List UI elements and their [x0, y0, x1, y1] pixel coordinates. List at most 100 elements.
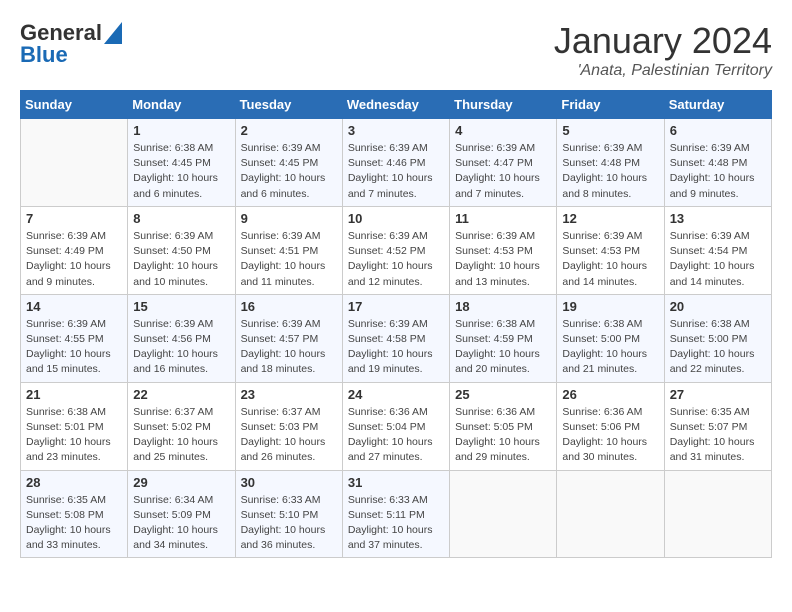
- calendar-week-row: 1 Sunrise: 6:38 AM Sunset: 4:45 PM Daylig…: [21, 119, 772, 207]
- calendar-day-cell: 20 Sunrise: 6:38 AM Sunset: 5:00 PM Dayli…: [664, 294, 771, 382]
- calendar-day-cell: 31 Sunrise: 6:33 AM Sunset: 5:11 PM Dayli…: [342, 470, 449, 558]
- calendar-day-cell: 2Sunrise: 6:39 AM Sunset: 4:45 PM Daylig…: [235, 119, 342, 207]
- calendar-header-row: SundayMondayTuesdayWednesdayThursdayFrid…: [21, 91, 772, 119]
- day-info: Sunrise: 6:36 AM Sunset: 5:06 PM Dayligh…: [562, 405, 658, 466]
- day-number: 11: [455, 211, 551, 226]
- day-number: 25: [455, 387, 551, 402]
- calendar-day-cell: 17 Sunrise: 6:39 AM Sunset: 4:58 PM Dayli…: [342, 294, 449, 382]
- calendar-day-cell: 18 Sunrise: 6:38 AM Sunset: 4:59 PM Dayli…: [450, 294, 557, 382]
- day-number: 27: [670, 387, 766, 402]
- day-info: Sunrise: 6:33 AM Sunset: 5:11 PM Dayligh…: [348, 493, 444, 554]
- calendar-week-row: 21Sunrise: 6:38 AM Sunset: 5:01 PM Dayli…: [21, 382, 772, 470]
- calendar-day-cell: 8 Sunrise: 6:39 AM Sunset: 4:50 PM Daylig…: [128, 206, 235, 294]
- day-number: 3: [348, 123, 444, 138]
- calendar-day-cell: 9 Sunrise: 6:39 AM Sunset: 4:51 PM Daylig…: [235, 206, 342, 294]
- day-number: 13: [670, 211, 766, 226]
- day-info: Sunrise: 6:33 AM Sunset: 5:10 PM Dayligh…: [241, 493, 337, 554]
- day-info: Sunrise: 6:38 AM Sunset: 5:00 PM Dayligh…: [562, 317, 658, 378]
- day-info: Sunrise: 6:37 AM Sunset: 5:02 PM Dayligh…: [133, 405, 229, 466]
- day-info: Sunrise: 6:38 AM Sunset: 4:59 PM Dayligh…: [455, 317, 551, 378]
- calendar-week-row: 14 Sunrise: 6:39 AM Sunset: 4:55 PM Dayli…: [21, 294, 772, 382]
- day-info: Sunrise: 6:38 AM Sunset: 5:01 PM Dayligh…: [26, 405, 122, 466]
- day-info: Sunrise: 6:39 AM Sunset: 4:54 PM Dayligh…: [670, 229, 766, 290]
- calendar-day-cell: 4 Sunrise: 6:39 AM Sunset: 4:47 PM Daylig…: [450, 119, 557, 207]
- day-number: 9: [241, 211, 337, 226]
- day-info: Sunrise: 6:35 AM Sunset: 5:08 PM Dayligh…: [26, 493, 122, 554]
- calendar-day-cell: 19 Sunrise: 6:38 AM Sunset: 5:00 PM Dayli…: [557, 294, 664, 382]
- day-info: Sunrise: 6:38 AM Sunset: 4:45 PM Dayligh…: [133, 141, 229, 202]
- day-number: 19: [562, 299, 658, 314]
- calendar-day-cell: [21, 119, 128, 207]
- calendar-table: SundayMondayTuesdayWednesdayThursdayFrid…: [20, 90, 772, 558]
- main-title: January 2024: [554, 20, 772, 62]
- day-of-week-header: Wednesday: [342, 91, 449, 119]
- calendar-day-cell: 21Sunrise: 6:38 AM Sunset: 5:01 PM Dayli…: [21, 382, 128, 470]
- day-of-week-header: Tuesday: [235, 91, 342, 119]
- day-number: 15: [133, 299, 229, 314]
- day-number: 30: [241, 475, 337, 490]
- day-info: Sunrise: 6:38 AM Sunset: 5:00 PM Dayligh…: [670, 317, 766, 378]
- day-number: 8: [133, 211, 229, 226]
- day-number: 29: [133, 475, 229, 490]
- calendar-day-cell: 15 Sunrise: 6:39 AM Sunset: 4:56 PM Dayli…: [128, 294, 235, 382]
- calendar-day-cell: 3Sunrise: 6:39 AM Sunset: 4:46 PM Daylig…: [342, 119, 449, 207]
- calendar-day-cell: 13 Sunrise: 6:39 AM Sunset: 4:54 PM Dayli…: [664, 206, 771, 294]
- day-number: 1: [133, 123, 229, 138]
- day-number: 14: [26, 299, 122, 314]
- day-info: Sunrise: 6:37 AM Sunset: 5:03 PM Dayligh…: [241, 405, 337, 466]
- calendar-day-cell: 23 Sunrise: 6:37 AM Sunset: 5:03 PM Dayli…: [235, 382, 342, 470]
- day-of-week-header: Friday: [557, 91, 664, 119]
- day-number: 10: [348, 211, 444, 226]
- day-number: 28: [26, 475, 122, 490]
- day-number: 22: [133, 387, 229, 402]
- calendar-day-cell: 12 Sunrise: 6:39 AM Sunset: 4:53 PM Dayli…: [557, 206, 664, 294]
- calendar-day-cell: 11 Sunrise: 6:39 AM Sunset: 4:53 PM Dayli…: [450, 206, 557, 294]
- day-number: 26: [562, 387, 658, 402]
- calendar-day-cell: 16 Sunrise: 6:39 AM Sunset: 4:57 PM Dayli…: [235, 294, 342, 382]
- calendar-day-cell: [450, 470, 557, 558]
- day-info: Sunrise: 6:39 AM Sunset: 4:50 PM Dayligh…: [133, 229, 229, 290]
- day-number: 4: [455, 123, 551, 138]
- day-number: 17: [348, 299, 444, 314]
- subtitle: 'Anata, Palestinian Territory: [554, 62, 772, 80]
- calendar-day-cell: [664, 470, 771, 558]
- logo-triangle-icon: [104, 22, 122, 44]
- day-info: Sunrise: 6:39 AM Sunset: 4:48 PM Dayligh…: [562, 141, 658, 202]
- day-info: Sunrise: 6:34 AM Sunset: 5:09 PM Dayligh…: [133, 493, 229, 554]
- day-info: Sunrise: 6:39 AM Sunset: 4:57 PM Dayligh…: [241, 317, 337, 378]
- calendar-day-cell: 1 Sunrise: 6:38 AM Sunset: 4:45 PM Daylig…: [128, 119, 235, 207]
- logo: General Blue: [20, 20, 122, 68]
- day-info: Sunrise: 6:39 AM Sunset: 4:47 PM Dayligh…: [455, 141, 551, 202]
- day-info: Sunrise: 6:39 AM Sunset: 4:55 PM Dayligh…: [26, 317, 122, 378]
- day-info: Sunrise: 6:36 AM Sunset: 5:05 PM Dayligh…: [455, 405, 551, 466]
- day-info: Sunrise: 6:39 AM Sunset: 4:48 PM Dayligh…: [670, 141, 766, 202]
- day-info: Sunrise: 6:39 AM Sunset: 4:56 PM Dayligh…: [133, 317, 229, 378]
- day-info: Sunrise: 6:39 AM Sunset: 4:52 PM Dayligh…: [348, 229, 444, 290]
- day-of-week-header: Monday: [128, 91, 235, 119]
- day-number: 24: [348, 387, 444, 402]
- day-number: 16: [241, 299, 337, 314]
- day-of-week-header: Saturday: [664, 91, 771, 119]
- calendar-week-row: 28 Sunrise: 6:35 AM Sunset: 5:08 PM Dayli…: [21, 470, 772, 558]
- day-info: Sunrise: 6:39 AM Sunset: 4:53 PM Dayligh…: [455, 229, 551, 290]
- day-info: Sunrise: 6:39 AM Sunset: 4:58 PM Dayligh…: [348, 317, 444, 378]
- calendar-day-cell: 6 Sunrise: 6:39 AM Sunset: 4:48 PM Daylig…: [664, 119, 771, 207]
- day-number: 6: [670, 123, 766, 138]
- calendar-day-cell: 22 Sunrise: 6:37 AM Sunset: 5:02 PM Dayli…: [128, 382, 235, 470]
- day-info: Sunrise: 6:35 AM Sunset: 5:07 PM Dayligh…: [670, 405, 766, 466]
- day-number: 2: [241, 123, 337, 138]
- day-number: 7: [26, 211, 122, 226]
- day-info: Sunrise: 6:39 AM Sunset: 4:53 PM Dayligh…: [562, 229, 658, 290]
- day-number: 12: [562, 211, 658, 226]
- day-number: 23: [241, 387, 337, 402]
- day-number: 20: [670, 299, 766, 314]
- day-number: 18: [455, 299, 551, 314]
- day-of-week-header: Thursday: [450, 91, 557, 119]
- calendar-week-row: 7Sunrise: 6:39 AM Sunset: 4:49 PM Daylig…: [21, 206, 772, 294]
- calendar-day-cell: 5Sunrise: 6:39 AM Sunset: 4:48 PM Daylig…: [557, 119, 664, 207]
- day-info: Sunrise: 6:39 AM Sunset: 4:51 PM Dayligh…: [241, 229, 337, 290]
- day-number: 31: [348, 475, 444, 490]
- day-info: Sunrise: 6:36 AM Sunset: 5:04 PM Dayligh…: [348, 405, 444, 466]
- title-block: January 2024 'Anata, Palestinian Territo…: [554, 20, 772, 80]
- calendar-day-cell: 25 Sunrise: 6:36 AM Sunset: 5:05 PM Dayli…: [450, 382, 557, 470]
